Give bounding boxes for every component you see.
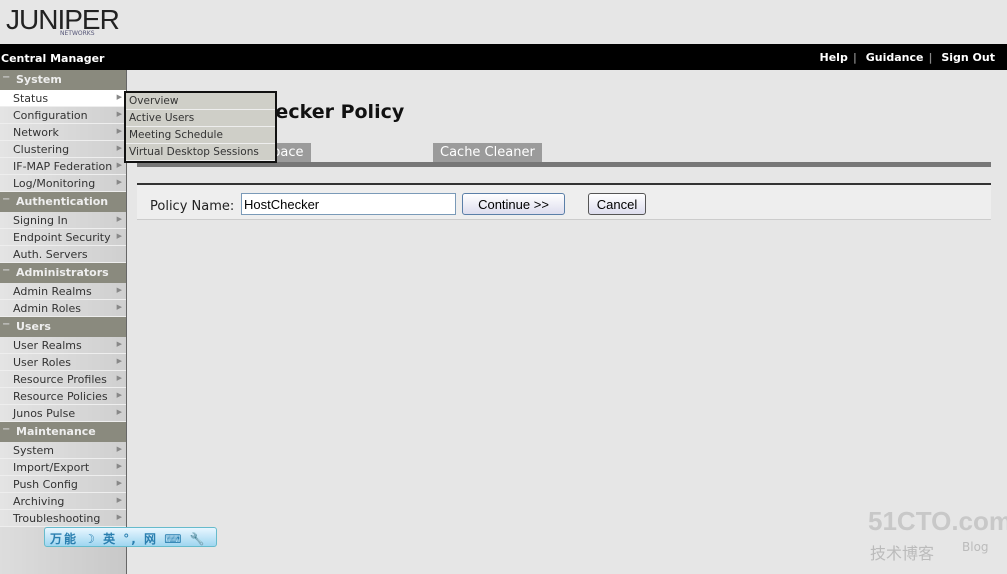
chevron-right-icon: ▶ (116, 513, 122, 521)
sidebar-item-label: System (13, 444, 55, 457)
sidebar-item-label: Troubleshooting (13, 512, 101, 525)
sidebar-item-label: Import/Export (13, 461, 90, 474)
sidebar-item-label: Resource Profiles (13, 373, 107, 386)
sidebar-section-administrators[interactable]: Administrators (0, 263, 126, 283)
sidebar-section-authentication[interactable]: Authentication (0, 192, 126, 212)
ime-toolbar[interactable]: 万能 ☽ 英 °, 网 ⌨ 🔧 (44, 527, 217, 547)
sidebar-item-auth-servers[interactable]: Auth. Servers (0, 246, 126, 263)
chevron-right-icon: ▶ (116, 161, 122, 169)
policy-name-input[interactable] (241, 193, 456, 215)
chevron-right-icon: ▶ (116, 215, 122, 223)
chevron-right-icon: ▶ (116, 110, 122, 118)
sidebar-item-archiving[interactable]: Archiving ▶ (0, 493, 126, 510)
sidebar-item-label: Auth. Servers (13, 248, 88, 261)
status-flyout-menu: Overview Active Users Meeting Schedule V… (124, 91, 277, 163)
sidebar-item-if-map-federation[interactable]: IF-MAP Federation ▶ (0, 158, 126, 175)
continue-button[interactable]: Continue >> (462, 193, 565, 215)
sidebar-item-label: User Realms (13, 339, 82, 352)
sidebar-item-label: Admin Roles (13, 302, 81, 315)
header-bar: Central Manager Help | Guidance | Sign Out (0, 44, 1007, 70)
sidebar-item-push-config[interactable]: Push Config ▶ (0, 476, 126, 493)
chevron-right-icon: ▶ (116, 286, 122, 294)
sidebar-item-label: Configuration (13, 109, 88, 122)
menu-item-active-users[interactable]: Active Users (126, 110, 275, 127)
sidebar-item-label: Log/Monitoring (13, 177, 96, 190)
sidebar-section-users[interactable]: Users (0, 317, 126, 337)
sidebar-item-resource-policies[interactable]: Resource Policies ▶ (0, 388, 126, 405)
sidebar: SystemStatus▶Configuration▶Network▶Clust… (0, 70, 127, 574)
watermark: 51CTO.com (868, 506, 1007, 536)
sidebar-item-label: Network (13, 126, 59, 139)
sign-out-link[interactable]: Sign Out (941, 51, 995, 64)
chevron-right-icon: ▶ (116, 127, 122, 135)
watermark-blog: Blog (962, 540, 989, 554)
sidebar-item-label: Archiving (13, 495, 65, 508)
sidebar-item-junos-pulse[interactable]: Junos Pulse ▶ (0, 405, 126, 422)
sidebar-item-signing-in[interactable]: Signing In ▶ (0, 212, 126, 229)
sidebar-item-user-realms[interactable]: User Realms ▶ (0, 337, 126, 354)
chevron-right-icon: ▶ (116, 374, 122, 382)
policy-form: Policy Name: Continue >> Cancel (137, 183, 991, 220)
sidebar-item-label: Push Config (13, 478, 78, 491)
sidebar-item-label: Status (13, 92, 49, 105)
sidebar-item-label: IF-MAP Federation (13, 160, 113, 173)
sidebar-item-configuration[interactable]: Configuration ▶ (0, 107, 126, 124)
sidebar-item-label: User Roles (13, 356, 72, 369)
menu-item-virtual-desktop-sessions[interactable]: Virtual Desktop Sessions (126, 144, 275, 161)
sidebar-item-status[interactable]: Status ▶ (0, 90, 126, 107)
sidebar-item-clustering[interactable]: Clustering ▶ (0, 141, 126, 158)
chevron-right-icon: ▶ (116, 144, 122, 152)
sidebar-item-admin-roles[interactable]: Admin Roles ▶ (0, 300, 126, 317)
sidebar-item-network[interactable]: Network ▶ (0, 124, 126, 141)
sidebar-item-label: Resource Policies (13, 390, 108, 403)
sidebar-item-resource-profiles[interactable]: Resource Profiles ▶ (0, 371, 126, 388)
sidebar-item-label: Signing In (13, 214, 68, 227)
sidebar-item-admin-realms[interactable]: Admin Realms ▶ (0, 283, 126, 300)
sidebar-item-label: Endpoint Security (13, 231, 111, 244)
sidebar-item-log-monitoring[interactable]: Log/Monitoring ▶ (0, 175, 126, 192)
chevron-right-icon: ▶ (116, 479, 122, 487)
chevron-right-icon: ▶ (116, 178, 122, 186)
help-link[interactable]: Help (820, 51, 848, 64)
sidebar-item-label: Admin Realms (13, 285, 92, 298)
policy-name-label: Policy Name: (150, 199, 235, 214)
watermark-cn: 技术博客 (870, 544, 935, 563)
sidebar-section-maintenance[interactable]: Maintenance (0, 422, 126, 442)
sidebar-item-troubleshooting[interactable]: Troubleshooting ▶ (0, 510, 126, 527)
guidance-link[interactable]: Guidance (866, 51, 924, 64)
chevron-right-icon: ▶ (116, 391, 122, 399)
chevron-right-icon: ▶ (116, 496, 122, 504)
chevron-right-icon: ▶ (116, 462, 122, 470)
app-title: Central Manager (1, 52, 105, 65)
chevron-right-icon: ▶ (116, 303, 122, 311)
chevron-right-icon: ▶ (116, 340, 122, 348)
sidebar-item-system[interactable]: System ▶ (0, 442, 126, 459)
cancel-button[interactable]: Cancel (588, 193, 646, 215)
juniper-logo: JUNIPER NETWORKS (6, 4, 120, 37)
sidebar-item-endpoint-security[interactable]: Endpoint Security ▶ (0, 229, 126, 246)
sidebar-item-user-roles[interactable]: User Roles ▶ (0, 354, 126, 371)
tab-cache-cleaner[interactable]: Cache Cleaner (433, 143, 542, 163)
chevron-right-icon: ▶ (116, 445, 122, 453)
chevron-right-icon: ▶ (116, 408, 122, 416)
chevron-right-icon: ▶ (116, 232, 122, 240)
chevron-right-icon: ▶ (116, 93, 122, 101)
menu-item-overview[interactable]: Overview (126, 93, 275, 110)
chevron-right-icon: ▶ (116, 357, 122, 365)
sidebar-section-system[interactable]: System (0, 70, 126, 90)
sidebar-item-label: Junos Pulse (13, 407, 76, 420)
menu-item-meeting-schedule[interactable]: Meeting Schedule (126, 127, 275, 144)
sidebar-item-import-export[interactable]: Import/Export ▶ (0, 459, 126, 476)
sidebar-item-label: Clustering (13, 143, 70, 156)
